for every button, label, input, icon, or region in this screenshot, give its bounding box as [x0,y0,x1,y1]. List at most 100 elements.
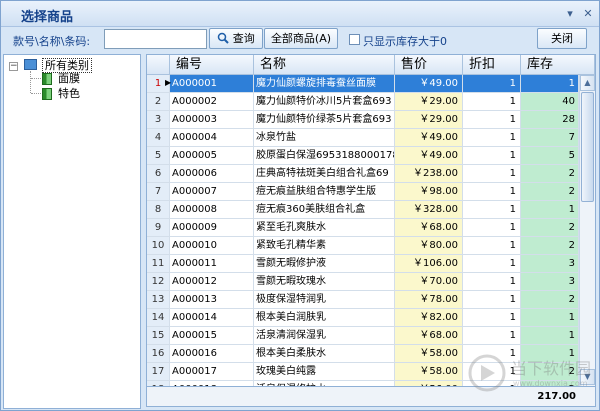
cell-code: A000004 [170,129,254,147]
tree-item-label: 特色 [58,87,80,100]
scroll-down-icon[interactable]: ▼ [580,369,595,385]
cell-code: A000006 [170,165,254,183]
cell-name: 活泉清润保湿乳 [254,327,395,345]
cell-discount: 1 [463,201,521,219]
pin-icon[interactable]: ▾ [563,7,577,21]
cell-stock: 3 [521,273,579,291]
cell-name: 魔力仙颜特价冰川5片套盒693 [254,93,395,111]
cell-name: 痘无痕360美肤组合礼盒 [254,201,395,219]
cell-discount: 1 [463,111,521,129]
column-header-stock[interactable]: 库存 [521,55,595,75]
cell-price: ￥328.00 [395,201,463,219]
table-row[interactable]: 14 A000014 根本美白润肤乳 ￥82.00 1 1 [147,309,595,327]
cell-code: A000010 [170,237,254,255]
column-header-price[interactable]: 售价 [395,55,463,75]
scroll-thumb[interactable] [581,92,594,202]
row-index: 5 [147,147,170,165]
cell-code: A000017 [170,363,254,381]
only-stock-label: 只显示库存大于0 [363,35,447,48]
cell-name: 胶原蛋白保湿6953188000178 [254,147,395,165]
cell-price: ￥29.00 [395,111,463,129]
cell-stock: 1 [521,345,579,363]
table-row[interactable]: 3 A000003 魔力仙颜特价绿茶5片套盒693 ￥29.00 1 28 [147,111,595,129]
cell-stock: 2 [521,165,579,183]
row-index: 6 [147,165,170,183]
select-goods-window: 选择商品 ▾ ✕ 款号\名称\条码: 查询 全部商品(A) 只显示库存大于0 关… [0,0,600,411]
cell-stock: 28 [521,111,579,129]
cell-discount: 1 [463,75,521,93]
tree-item-label: 面膜 [58,72,80,85]
column-header-name[interactable]: 名称 [254,55,395,75]
book-icon [42,88,52,100]
cell-stock: 2 [521,219,579,237]
table-row[interactable]: 15 A000015 活泉清润保湿乳 ￥68.00 1 1 [147,327,595,345]
category-tree: − 所有类别 面膜 特色 [3,54,141,409]
cell-discount: 1 [463,363,521,381]
scroll-up-icon[interactable]: ▲ [580,75,595,91]
collapse-icon[interactable]: − [9,62,18,71]
only-stock-checkbox[interactable] [349,34,360,45]
row-index: 2 [147,93,170,111]
table-row[interactable]: 2 A000002 魔力仙颜特价冰川5片套盒693 ￥29.00 1 40 [147,93,595,111]
cell-code: A000009 [170,219,254,237]
row-index: 3 [147,111,170,129]
cell-discount: 1 [463,129,521,147]
close-icon[interactable]: ✕ [581,7,595,21]
all-goods-label: 全部商品(A) [270,32,332,45]
cell-price: ￥80.00 [395,237,463,255]
cell-stock: 40 [521,93,579,111]
table-row[interactable]: 1 A000001 魔力仙颜螺旋排毒蚕丝面膜 ￥49.00 1 1 ▶ [147,75,595,93]
all-goods-button[interactable]: 全部商品(A) [264,28,338,49]
row-index: 17 [147,363,170,381]
cell-name: 魔力仙颜特价绿茶5片套盒693 [254,111,395,129]
row-index: 16 [147,345,170,363]
cell-price: ￥78.00 [395,291,463,309]
cell-stock: 1 [521,201,579,219]
table-row[interactable]: 7 A000007 痘无痕益肤组合特惠学生版 ￥98.00 1 2 [147,183,595,201]
goods-grid: 编号 名称 售价 折扣 库存 1 A000001 魔力仙颜螺旋排毒蚕丝面膜 ￥49.0… [146,54,596,387]
table-row[interactable]: 12 A000012 雪颜无暇玫瑰水 ￥70.00 1 3 [147,273,595,291]
cell-stock: 2 [521,183,579,201]
cell-discount: 1 [463,345,521,363]
cell-price: ￥68.00 [395,327,463,345]
table-row[interactable]: 10 A000010 紧致毛孔精华素 ￥80.00 1 2 [147,237,595,255]
row-index: 13 [147,291,170,309]
cell-code: A000015 [170,327,254,345]
close-button[interactable]: 关闭 [537,28,587,49]
table-row[interactable]: 16 A000016 根本美白柔肤水 ￥58.00 1 1 [147,345,595,363]
table-row[interactable]: 6 A000006 庄典高特祛斑美白组合礼盒69 ￥238.00 1 2 [147,165,595,183]
cell-discount: 1 [463,273,521,291]
table-row[interactable]: 11 A000011 雪颜无暇修护液 ￥106.00 1 3 [147,255,595,273]
cell-price: ￥238.00 [395,165,463,183]
column-header-discount[interactable]: 折扣 [463,55,521,75]
close-label: 关闭 [551,32,573,45]
cell-discount: 1 [463,165,521,183]
cell-code: A000002 [170,93,254,111]
toolbar: 款号\名称\条码: 查询 全部商品(A) 只显示库存大于0 关闭 [1,28,599,52]
cell-name: 雪颜无暇玫瑰水 [254,273,395,291]
cell-name: 冰泉竹盐 [254,129,395,147]
table-row[interactable]: 8 A000008 痘无痕360美肤组合礼盒 ￥328.00 1 1 [147,201,595,219]
cell-price: ￥70.00 [395,273,463,291]
cell-name: 痘无痕益肤组合特惠学生版 [254,183,395,201]
cell-name: 根本美白润肤乳 [254,309,395,327]
table-row[interactable]: 13 A000013 极度保湿特润乳 ￥78.00 1 2 [147,291,595,309]
column-header-code[interactable]: 编号 [170,55,254,75]
query-button[interactable]: 查询 [209,28,263,49]
cell-code: A000003 [170,111,254,129]
cell-price: ￥49.00 [395,147,463,165]
vertical-scrollbar[interactable]: ▲ ▼ [579,75,595,386]
table-row[interactable]: 4 A000004 冰泉竹盐 ￥49.00 1 7 [147,129,595,147]
search-input[interactable] [104,29,207,49]
cell-name: 魔力仙颜螺旋排毒蚕丝面膜 [254,75,395,93]
cell-price: ￥49.00 [395,129,463,147]
table-row[interactable]: 17 A000017 玫瑰美白纯露 ￥58.00 1 2 [147,363,595,381]
cell-discount: 1 [463,219,521,237]
row-index: 10 [147,237,170,255]
table-row[interactable]: 5 A000005 胶原蛋白保湿6953188000178 ￥49.00 1 5 [147,147,595,165]
row-index: 15 [147,327,170,345]
cell-price: ￥106.00 [395,255,463,273]
cell-code: A000008 [170,201,254,219]
table-row[interactable]: 9 A000009 紧至毛孔爽肤水 ￥68.00 1 2 [147,219,595,237]
cell-price: ￥58.00 [395,363,463,381]
